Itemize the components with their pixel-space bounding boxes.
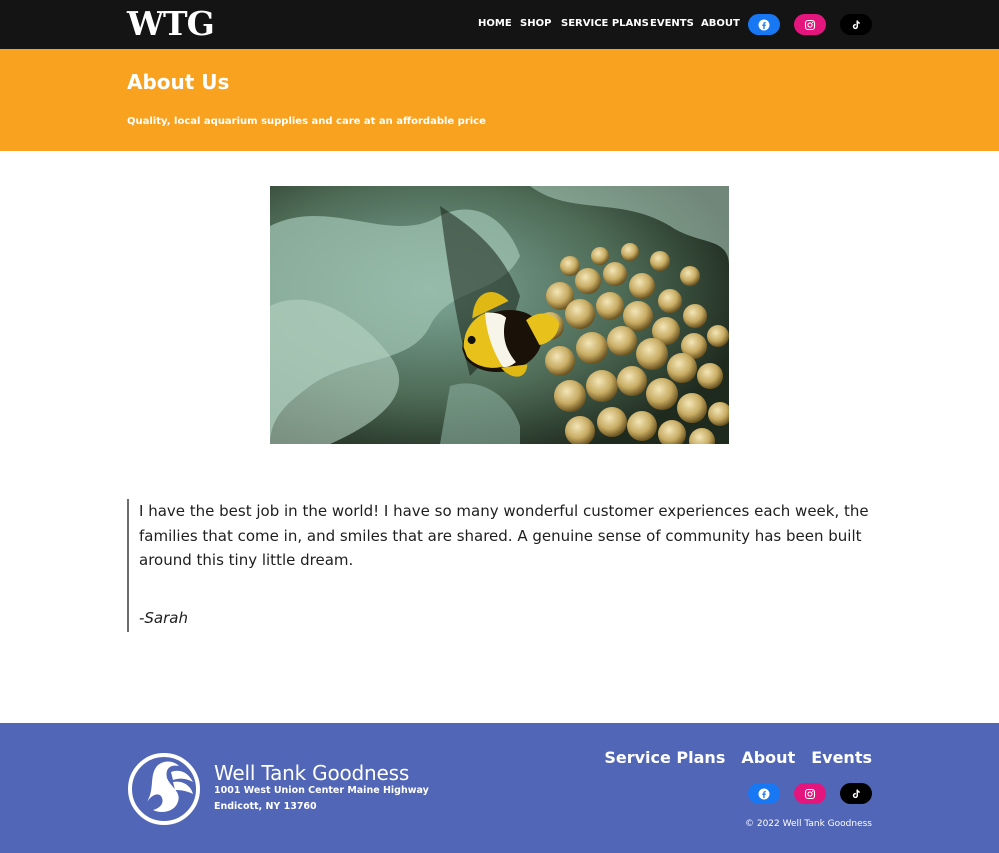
footer-instagram-button[interactable] [794,783,826,804]
footer-brand-name: Well Tank Goodness [214,761,410,785]
page-title: About Us [127,70,230,94]
quote-text: I have the best job in the world! I have… [139,502,869,569]
clownfish-photo [270,186,729,444]
page-banner: About Us Quality, local aquarium supplie… [0,49,999,151]
instagram-icon [804,19,816,30]
footer-link-events[interactable]: Events [811,748,872,767]
quote-author: -Sarah [139,609,188,627]
site-header: WTG HOME SHOP SERVICE PLANS EVENTS ABOUT [0,0,999,49]
nav-shop[interactable]: SHOP [520,18,551,29]
clownfish-image [270,186,729,444]
nav-service-plans[interactable]: SERVICE PLANS [561,18,649,29]
testimonial-quote: I have the best job in the world! I have… [127,499,872,632]
facebook-icon [758,788,770,799]
tiktok-icon [852,789,860,798]
footer-link-service-plans[interactable]: Service Plans [604,748,725,767]
nav-about[interactable]: ABOUT [701,18,740,29]
footer-mermaid-logo[interactable] [127,752,201,826]
instagram-icon [804,788,816,799]
nav-events[interactable]: EVENTS [650,18,694,29]
header-tiktok-button[interactable] [840,14,872,35]
site-footer: Well Tank Goodness 1001 West Union Cente… [0,723,999,853]
footer-link-about[interactable]: About [741,748,795,767]
site-logo[interactable]: WTG [127,7,231,41]
header-instagram-button[interactable] [794,14,826,35]
mermaid-logo-icon [128,753,200,825]
nav-home[interactable]: HOME [478,18,512,29]
footer-nav: Service Plans About Events [604,748,872,767]
tiktok-icon [852,20,860,29]
copyright-notice: © 2022 Well Tank Goodness [744,819,872,829]
facebook-icon [758,19,770,30]
footer-address-line2: Endicott, NY 13760 [214,801,317,812]
footer-tiktok-button[interactable] [840,783,872,804]
header-facebook-button[interactable] [748,14,780,35]
page-subtitle: Quality, local aquarium supplies and car… [127,116,486,127]
footer-address-line1: 1001 West Union Center Maine Highway [214,785,429,796]
footer-facebook-button[interactable] [748,783,780,804]
